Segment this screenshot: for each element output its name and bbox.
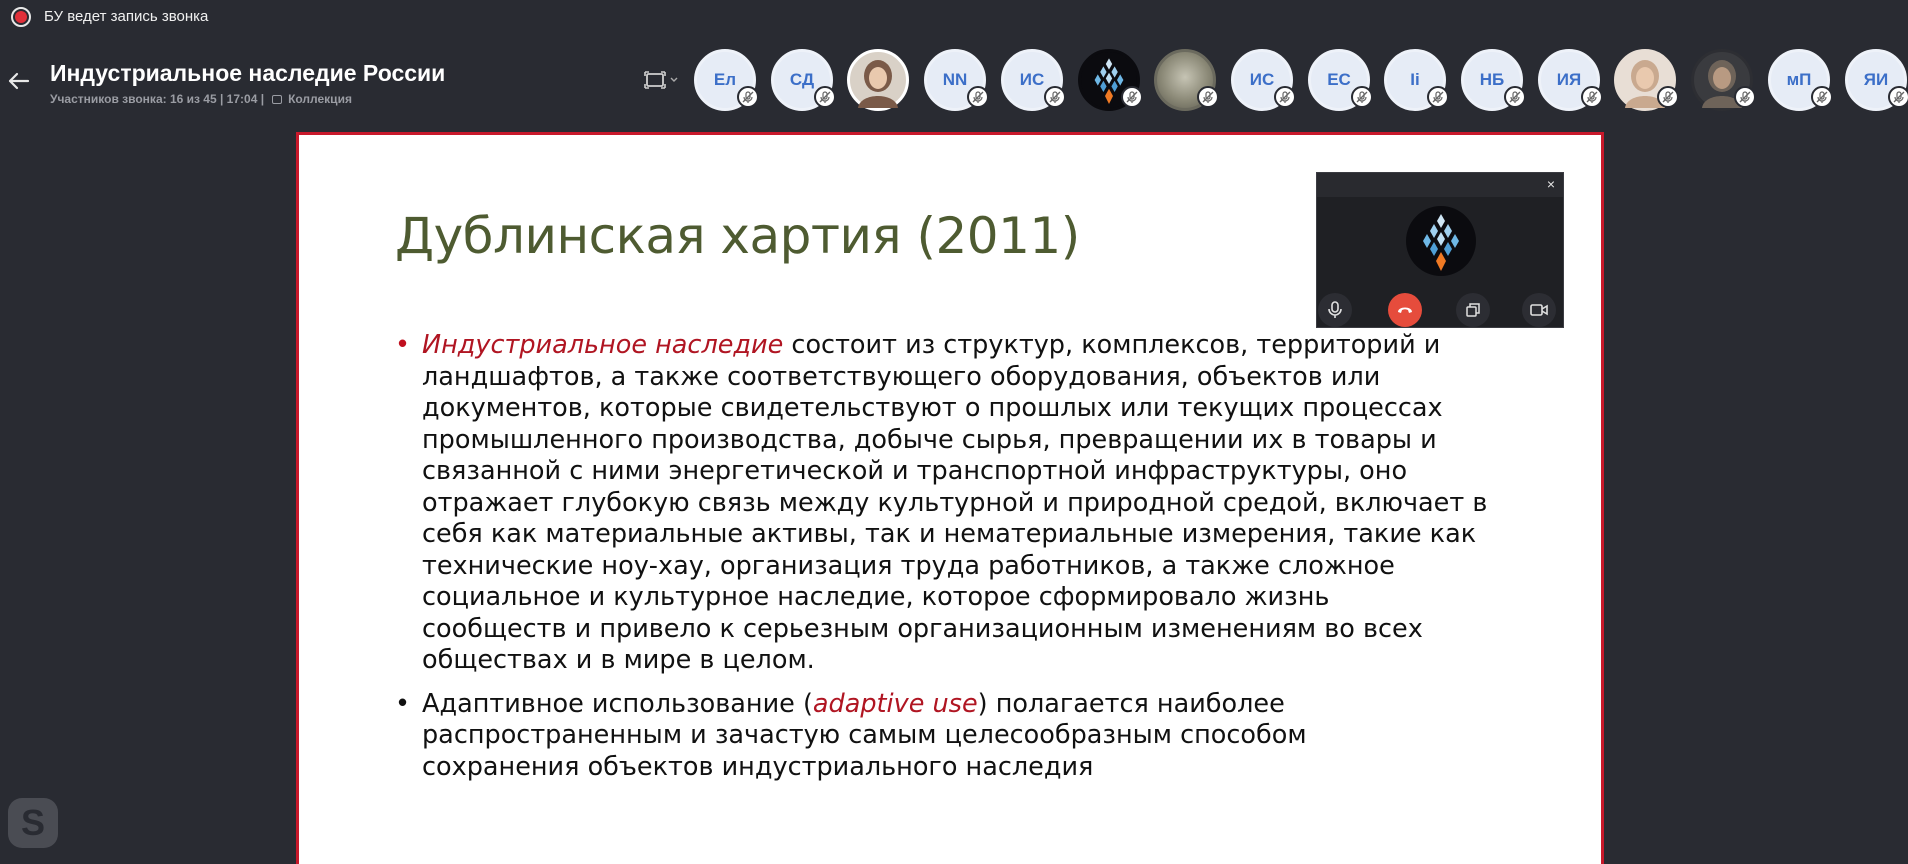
bullet-line: себя как материальные активы, так и нема…: [422, 519, 1477, 549]
participant-initials: ИЯ: [1556, 70, 1582, 89]
emphasis-term: adaptive use: [812, 688, 978, 719]
record-icon: [11, 7, 31, 27]
arrow-left-icon: [8, 72, 30, 90]
layout-switch-button[interactable]: [644, 68, 682, 92]
mic-off-icon: [1581, 86, 1603, 108]
call-window: БУ ведет запись звонка Индустриальное на…: [0, 0, 1908, 864]
participant-avatar[interactable]: [1614, 49, 1679, 111]
bullet-line: сообществ и привело к серьезным организа…: [422, 613, 1423, 644]
bullet-line: ландшафтов, а также соответствующего обо…: [422, 361, 1381, 392]
bullet-line: отражает глубокую связь между культурной…: [422, 487, 1488, 518]
participant-initials: ИС: [1019, 70, 1045, 89]
participant-avatar[interactable]: ЯИ: [1845, 49, 1908, 111]
back-button[interactable]: [6, 68, 32, 94]
window-copy-icon: [1466, 303, 1480, 317]
mic-off-icon: [1351, 86, 1373, 108]
mic-off-icon: [1734, 86, 1756, 108]
mic-off-icon: [814, 86, 836, 108]
skype-logo-icon: S: [8, 798, 58, 848]
mic-off-icon: [1811, 86, 1833, 108]
participant-avatar[interactable]: ИС: [1231, 49, 1296, 111]
hang-up-button[interactable]: [1388, 293, 1422, 327]
phone-hangup-icon: [1398, 307, 1412, 313]
recording-bar: БУ ведет запись звонка: [0, 0, 1908, 34]
expand-window-button[interactable]: [1456, 293, 1490, 327]
participant-initials: мП: [1786, 70, 1812, 89]
participant-initials: НБ: [1479, 70, 1505, 89]
bullet-dot: •: [395, 688, 411, 719]
close-icon[interactable]: ×: [1547, 176, 1555, 192]
recording-status: БУ ведет запись звонка: [44, 8, 209, 25]
bullet-line: технические ноу-хау, организация труда р…: [422, 550, 1395, 581]
mic-off-icon: [1274, 86, 1296, 108]
mic-off-icon: [1044, 86, 1066, 108]
collection-link[interactable]: Коллекция: [288, 92, 352, 106]
participant-initials: Ел: [713, 70, 737, 89]
participant-avatar[interactable]: [847, 49, 909, 111]
participant-avatar[interactable]: NN: [924, 49, 989, 111]
participant-avatar[interactable]: [1154, 49, 1219, 111]
participant-avatar[interactable]: [1078, 49, 1143, 111]
participant-avatar[interactable]: Ii: [1384, 49, 1449, 111]
participant-avatar[interactable]: Ел: [694, 49, 759, 111]
participant-avatar[interactable]: ИЯ: [1538, 49, 1603, 111]
participant-avatar[interactable]: ИС: [1001, 49, 1066, 111]
mic-off-icon: [737, 86, 759, 108]
emphasis-term: Индустриальное наследие: [422, 330, 784, 360]
microphone-icon: [1328, 301, 1342, 318]
call-title: Индустриальное наследие России: [50, 60, 446, 86]
bullet-line: обществах и в мире в целом.: [422, 645, 815, 675]
microphone-button[interactable]: [1318, 293, 1352, 327]
participant-avatar[interactable]: [1691, 49, 1756, 111]
crystal-logo-icon: [1423, 214, 1459, 271]
camera-button[interactable]: [1522, 293, 1556, 327]
bullet-item: • Индустриальное наследие состоит из стр…: [395, 330, 1525, 677]
bullet-line: документов, которые свидетельствуют о пр…: [422, 393, 1443, 423]
bullet-dot: •: [395, 330, 411, 360]
call-info: Участников звонка: 16 из 45 | 17:04 | Ко…: [50, 92, 352, 106]
participant-avatar[interactable]: СД: [771, 49, 836, 111]
slide-title: Дублинская хартия (2011): [395, 207, 1080, 265]
participant-initials: ЯИ: [1863, 70, 1889, 89]
bullet-line: сохранения объектов индустриального насл…: [422, 751, 1094, 782]
mini-window-titlebar[interactable]: ×: [1317, 173, 1563, 197]
bullet-line: социальное и культурное наследие, которо…: [422, 582, 1330, 612]
participant-initials: ИС: [1249, 70, 1275, 89]
bullet-line: связанной с ними энергетической и трансп…: [422, 456, 1408, 486]
participants-count: Участников звонка: 16 из 45 | 17:04 |: [50, 92, 265, 106]
bullet-line: распространенным и зачастую самым целесо…: [422, 720, 1307, 750]
slide-bullets: • Индустриальное наследие состоит из стр…: [395, 330, 1525, 783]
bullet-text: состоит из структур, комплексов, террито…: [783, 330, 1441, 360]
mic-off-icon: [1657, 86, 1679, 108]
participant-avatar[interactable]: ЕС: [1308, 49, 1373, 111]
bullet-text: ) полагается наиболее: [977, 688, 1285, 719]
mic-off-icon: [1121, 86, 1143, 108]
mic-off-icon: [1888, 86, 1908, 108]
participant-logo: [1406, 206, 1476, 276]
video-camera-icon: [1530, 304, 1548, 316]
mic-off-icon: [967, 86, 989, 108]
bullet-line: промышленного производства, добыче сырья…: [422, 424, 1437, 455]
mini-call-window[interactable]: ×: [1316, 172, 1564, 328]
participant-avatar[interactable]: НБ: [1461, 49, 1526, 111]
layout-icon: [644, 71, 678, 89]
mic-off-icon: [1504, 86, 1526, 108]
person-photo-icon: [858, 60, 898, 108]
bullet-text: Адаптивное использование (: [422, 688, 813, 719]
participant-initials: ЕС: [1327, 70, 1351, 89]
bullet-line: Индустриальное наследие состоит из струк…: [422, 330, 1525, 362]
bullet-line: Адаптивное использование (adaptive use) …: [422, 689, 1525, 721]
collection-icon: [272, 94, 283, 104]
participant-avatar[interactable]: мП: [1768, 49, 1833, 111]
participant-initials: СД: [789, 70, 815, 89]
mic-off-icon: [1427, 86, 1449, 108]
participant-initials: Ii: [1410, 70, 1420, 89]
participant-initials: NN: [942, 70, 968, 89]
mic-off-icon: [1197, 86, 1219, 108]
bullet-item: • Адаптивное использование (adaptive use…: [395, 689, 1525, 784]
